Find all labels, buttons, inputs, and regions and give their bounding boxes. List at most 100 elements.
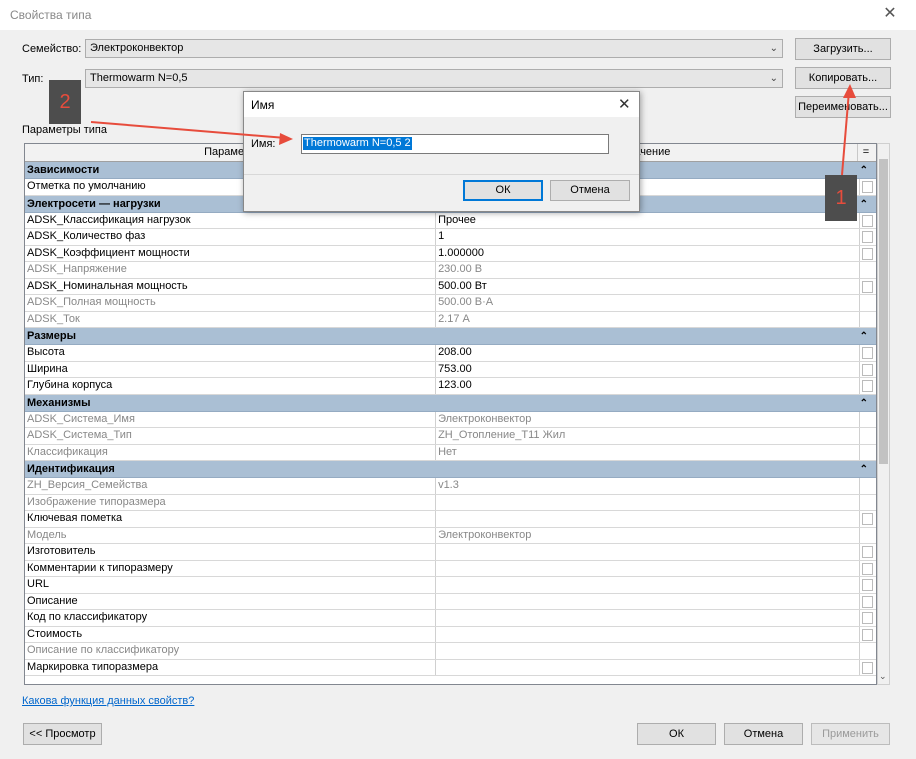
apply-button[interactable]: Применить — [811, 723, 890, 745]
double-chevron-up-icon[interactable]: ⌃ — [860, 196, 868, 213]
formula-cell[interactable] — [859, 411, 876, 427]
formula-box[interactable] — [862, 595, 874, 608]
group-header[interactable]: Механизмы ⌃ — [25, 394, 876, 412]
param-value[interactable] — [436, 594, 859, 610]
formula-cell[interactable] — [859, 527, 876, 543]
table-row[interactable]: Ключевая пометка — [25, 511, 876, 528]
param-value[interactable]: Прочее — [436, 213, 859, 229]
formula-box[interactable] — [862, 380, 874, 392]
double-chevron-up-icon[interactable]: ⌃ — [860, 395, 868, 412]
table-row[interactable]: Описание — [25, 593, 876, 610]
table-row[interactable]: Комментарии к типоразмеру — [25, 560, 876, 577]
formula-cell[interactable] — [859, 179, 876, 195]
formula-box[interactable] — [862, 513, 874, 525]
formula-cell[interactable] — [859, 378, 876, 394]
formula-box[interactable] — [862, 612, 874, 624]
param-value[interactable] — [436, 561, 859, 577]
rename-button[interactable]: Переименовать... — [795, 96, 891, 118]
cancel-button[interactable]: Отмена — [724, 723, 803, 745]
formula-cell[interactable] — [859, 610, 876, 626]
family-combo[interactable]: Электроконвектор ⌄ — [85, 39, 783, 58]
help-link[interactable]: Какова функция данных свойств? — [22, 695, 194, 707]
table-row[interactable]: Изображение типоразмера — [25, 494, 876, 511]
param-value[interactable] — [436, 610, 859, 626]
scrollbar-thumb[interactable] — [879, 159, 888, 464]
dialog-ok-button[interactable]: ОК — [463, 180, 543, 201]
formula-cell[interactable] — [859, 626, 876, 642]
type-combo[interactable]: Thermowarm N=0,5 ⌄ — [85, 69, 783, 88]
formula-cell[interactable] — [859, 478, 876, 494]
table-row[interactable]: Ширина 753.00 — [25, 361, 876, 378]
table-row[interactable]: URL — [25, 577, 876, 594]
table-row[interactable]: ADSK_Полная мощность 500.00 В·А — [25, 295, 876, 312]
double-chevron-up-icon[interactable]: ⌃ — [860, 461, 868, 478]
load-button[interactable]: Загрузить... — [795, 38, 891, 60]
scroll-down-icon[interactable]: ⌄ — [879, 671, 887, 682]
table-row[interactable]: Маркировка типоразмера — [25, 659, 876, 676]
table-row[interactable]: ADSK_Классификация нагрузок Прочее — [25, 212, 876, 229]
ok-button[interactable]: ОК — [637, 723, 716, 745]
double-chevron-up-icon[interactable]: ⌃ — [860, 328, 868, 345]
group-header[interactable]: Размеры ⌃ — [25, 328, 876, 345]
formula-box[interactable] — [862, 628, 874, 641]
param-value[interactable]: 123.00 — [436, 378, 859, 394]
formula-cell[interactable] — [859, 511, 876, 527]
formula-box[interactable] — [862, 214, 874, 227]
copy-button[interactable]: Копировать... — [795, 67, 891, 89]
table-row[interactable]: Глубина корпуса 123.00 — [25, 378, 876, 395]
formula-box[interactable] — [862, 579, 874, 591]
formula-cell[interactable] — [859, 643, 876, 659]
formula-box[interactable] — [862, 231, 874, 243]
formula-box[interactable] — [862, 280, 874, 293]
param-value[interactable]: 500.00 Вт — [436, 279, 859, 295]
formula-cell[interactable] — [859, 593, 876, 609]
header-equals[interactable]: = — [858, 144, 874, 161]
param-value[interactable] — [436, 660, 859, 676]
param-value[interactable]: 1.000000 — [436, 246, 859, 262]
formula-cell[interactable] — [859, 345, 876, 361]
param-value[interactable]: 208.00 — [436, 345, 859, 361]
table-row[interactable]: Изготовитель — [25, 544, 876, 561]
table-row[interactable]: Код по классификатору — [25, 610, 876, 627]
preview-button[interactable]: << Просмотр — [23, 723, 102, 745]
formula-cell[interactable] — [859, 659, 876, 675]
formula-cell[interactable] — [859, 428, 876, 444]
formula-cell[interactable] — [859, 262, 876, 278]
formula-cell[interactable] — [859, 544, 876, 560]
table-row[interactable]: ADSK_Номинальная мощность 500.00 Вт — [25, 278, 876, 295]
dialog-name-value[interactable]: Thermowarm N=0,5 2 — [303, 137, 412, 150]
param-value[interactable]: 753.00 — [436, 362, 859, 378]
table-row[interactable]: ADSK_Напряжение 230.00 В — [25, 262, 876, 279]
formula-box[interactable] — [862, 546, 874, 558]
table-row[interactable]: ADSK_Система_Тип ZH_Отопление_Т11 Жил — [25, 428, 876, 445]
param-value[interactable] — [436, 511, 859, 527]
param-value[interactable] — [436, 544, 859, 560]
formula-cell[interactable] — [859, 212, 876, 228]
formula-box[interactable] — [862, 347, 874, 359]
table-row[interactable]: Стоимость — [25, 626, 876, 643]
table-row[interactable]: ADSK_Количество фаз 1 — [25, 229, 876, 246]
table-row[interactable]: Высота 208.00 — [25, 345, 876, 362]
table-row[interactable]: Классификация Нет — [25, 444, 876, 461]
table-row[interactable]: Модель Электроконвектор — [25, 527, 876, 544]
formula-cell[interactable] — [859, 494, 876, 510]
formula-box[interactable] — [862, 363, 874, 376]
formula-cell[interactable] — [859, 361, 876, 377]
formula-cell[interactable] — [859, 577, 876, 593]
formula-box[interactable] — [862, 181, 874, 193]
formula-cell[interactable] — [859, 229, 876, 245]
formula-cell[interactable] — [859, 278, 876, 294]
formula-cell[interactable] — [859, 245, 876, 261]
formula-cell[interactable] — [859, 295, 876, 311]
formula-box[interactable] — [862, 562, 874, 575]
formula-cell[interactable] — [859, 560, 876, 576]
formula-cell[interactable] — [859, 311, 876, 327]
close-icon[interactable]: ✕ — [880, 4, 900, 24]
table-row[interactable]: Описание по классификатору — [25, 643, 876, 660]
dialog-cancel-button[interactable]: Отмена — [550, 180, 630, 201]
double-chevron-up-icon[interactable]: ⌃ — [860, 162, 868, 179]
formula-cell[interactable] — [859, 444, 876, 460]
param-value[interactable] — [436, 627, 859, 643]
param-value[interactable]: 1 — [436, 229, 859, 245]
formula-box[interactable] — [862, 247, 874, 260]
